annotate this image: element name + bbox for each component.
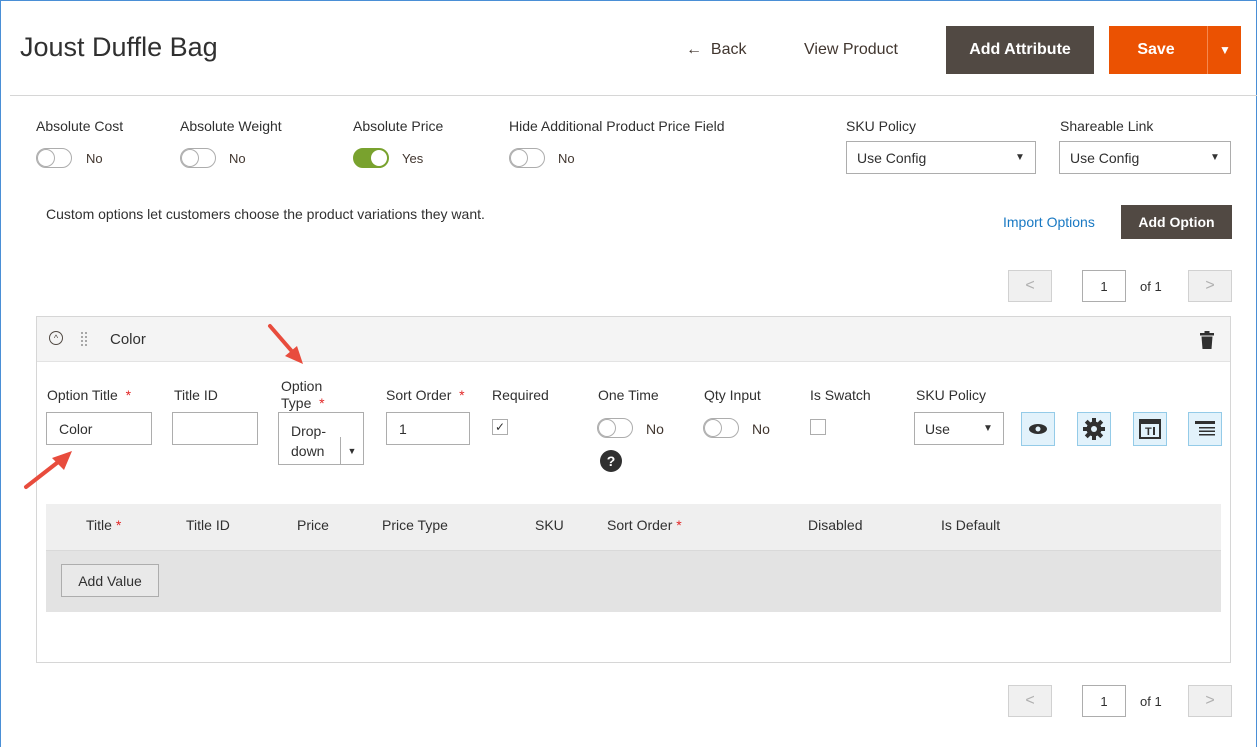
annotation-arrowhead-option-title [52,451,72,470]
annotation-arrow-option-title [24,457,64,489]
annotation-arrows [24,324,303,489]
